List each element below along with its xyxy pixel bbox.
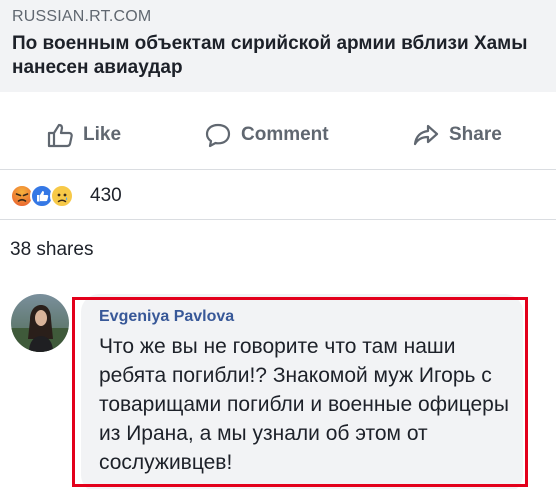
comment-button[interactable]: Comment: [204, 122, 329, 148]
share-arrow-icon: [413, 124, 439, 146]
like-label: Like: [83, 124, 122, 145]
commenter-avatar[interactable]: [11, 294, 69, 352]
post-action-bar: Like Comment Share: [0, 92, 556, 170]
sad-reaction-icon: [50, 184, 74, 208]
share-button[interactable]: Share: [412, 122, 502, 148]
comment-text: Что же вы не говорите что там наши ребят…: [99, 335, 509, 474]
link-preview-card[interactable]: RUSSIAN.RT.COM По военным объектам сирий…: [0, 0, 556, 92]
comment: Evgeniya Pavlova Что же вы не говорите ч…: [0, 274, 556, 489]
shares-count[interactable]: 38 shares: [10, 239, 93, 261]
link-domain: RUSSIAN.RT.COM: [12, 8, 152, 25]
comment-author[interactable]: Evgeniya Pavlova: [99, 308, 234, 326]
thumbs-up-icon: [47, 123, 73, 148]
reaction-count: 430: [90, 185, 122, 206]
comment-label: Comment: [241, 124, 329, 145]
share-label: Share: [449, 124, 502, 145]
like-button[interactable]: Like: [46, 122, 121, 148]
reaction-icons: [10, 184, 82, 208]
comment-bubble: Evgeniya Pavlova Что же вы не говорите ч…: [81, 294, 523, 489]
reactions-summary[interactable]: 430: [0, 170, 556, 220]
speech-bubble-icon: [205, 123, 231, 148]
link-title[interactable]: По военным объектам сирийской армии вбли…: [12, 32, 542, 80]
